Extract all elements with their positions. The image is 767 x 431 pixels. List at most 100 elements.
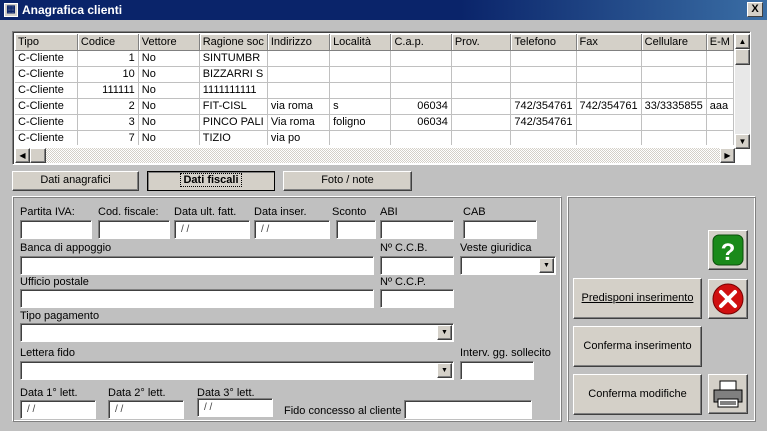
table-cell[interactable] xyxy=(706,130,734,145)
table-row[interactable]: C-Cliente 1 No SINTUMBR xyxy=(15,50,734,67)
table-cell[interactable]: BIZZARRI S xyxy=(199,66,268,83)
table-cell[interactable]: PINCO PALI xyxy=(199,114,268,131)
table-cell[interactable]: No xyxy=(138,66,200,83)
column-header[interactable]: Tipo xyxy=(15,34,78,51)
table-cell[interactable] xyxy=(510,50,577,67)
table-cell[interactable] xyxy=(641,130,707,145)
table-cell[interactable] xyxy=(267,82,331,99)
table-cell[interactable] xyxy=(451,130,512,145)
table-cell[interactable] xyxy=(267,66,331,83)
scroll-thumb[interactable] xyxy=(735,49,750,65)
predisponi-inserimento-button[interactable]: Predisponi inserimento xyxy=(573,278,702,319)
table-cell[interactable]: 7 xyxy=(77,130,139,145)
table-cell[interactable] xyxy=(329,130,392,145)
table-cell[interactable]: via po xyxy=(267,130,331,145)
column-header[interactable]: Ragione soc xyxy=(199,34,268,51)
table-row[interactable]: C-Cliente 3 No PINCO PALI Via roma foligno 060… xyxy=(15,114,734,131)
table-cell[interactable]: No xyxy=(138,98,200,115)
table-cell[interactable] xyxy=(641,66,707,83)
tab-dati-fiscali[interactable]: Dati fiscali xyxy=(147,171,275,191)
table-cell[interactable]: No xyxy=(138,114,200,131)
table-cell[interactable]: No xyxy=(138,130,200,145)
table-cell[interactable] xyxy=(390,130,452,145)
veste-select[interactable]: ▼ xyxy=(460,256,556,275)
column-header[interactable]: C.a.p. xyxy=(390,34,452,51)
hscroll-thumb[interactable] xyxy=(30,148,46,163)
partita-iva-input[interactable] xyxy=(20,220,92,239)
data1-input[interactable]: / / xyxy=(20,400,96,419)
table-cell[interactable] xyxy=(576,66,642,83)
table-cell[interactable]: 2 xyxy=(77,98,139,115)
table-cell[interactable]: C-Cliente xyxy=(15,82,78,99)
nccp-input[interactable] xyxy=(380,289,454,308)
table-cell[interactable] xyxy=(390,50,452,67)
table-row[interactable]: C-Cliente 2 No FIT-CISL via roma s 06034 742/35… xyxy=(15,98,734,115)
table-cell[interactable] xyxy=(641,50,707,67)
column-header[interactable]: Indirizzo xyxy=(267,34,331,51)
table-cell[interactable]: 06034 xyxy=(390,98,452,115)
interv-input[interactable] xyxy=(460,361,534,380)
scroll-up-icon[interactable]: ▲ xyxy=(735,34,750,49)
table-cell[interactable]: C-Cliente xyxy=(15,130,78,145)
cab-input[interactable] xyxy=(463,220,537,239)
data3-input[interactable]: / / xyxy=(197,398,273,417)
nccb-input[interactable] xyxy=(380,256,454,275)
table-cell[interactable] xyxy=(510,130,577,145)
conferma-inserimento-button[interactable]: Conferma inserimento xyxy=(573,326,702,367)
table-cell[interactable] xyxy=(451,82,512,99)
column-header[interactable]: Località xyxy=(329,34,392,51)
lettera-fido-select[interactable]: ▼ xyxy=(20,361,454,380)
column-header[interactable]: Fax xyxy=(576,34,642,51)
table-cell[interactable] xyxy=(576,130,642,145)
vertical-scrollbar[interactable]: ▲ ▼ xyxy=(735,34,750,149)
conferma-modifiche-button[interactable]: Conferma modifiche xyxy=(573,374,702,415)
table-cell[interactable] xyxy=(706,82,734,99)
scroll-left-icon[interactable]: ◀ xyxy=(15,148,30,163)
table-cell[interactable] xyxy=(329,66,392,83)
table-cell[interactable]: TIZIO xyxy=(199,130,268,145)
print-button[interactable] xyxy=(708,374,748,414)
table-cell[interactable]: SINTUMBR xyxy=(199,50,268,67)
table-row[interactable]: C-Cliente 7 No TIZIO via po xyxy=(15,130,734,145)
column-header[interactable]: Cellulare xyxy=(641,34,707,51)
column-header[interactable]: Vettore xyxy=(138,34,200,51)
chevron-down-icon[interactable]: ▼ xyxy=(437,363,452,378)
data-ult-fatt-input[interactable]: / / xyxy=(174,220,250,239)
tab-foto-note[interactable]: Foto / note xyxy=(283,171,412,191)
table-cell[interactable]: 1111111111 xyxy=(199,82,268,99)
table-cell[interactable] xyxy=(510,82,577,99)
table-cell[interactable] xyxy=(576,82,642,99)
table-row[interactable]: C-Cliente 111111 No 1111111111 xyxy=(15,82,734,99)
table-cell[interactable]: 33/3335855 xyxy=(641,98,707,115)
table-cell[interactable]: FIT-CISL xyxy=(199,98,268,115)
table-cell[interactable]: No xyxy=(138,50,200,67)
table-cell[interactable] xyxy=(641,82,707,99)
cancel-button[interactable] xyxy=(708,279,748,319)
table-cell[interactable] xyxy=(451,50,512,67)
table-cell[interactable] xyxy=(329,82,392,99)
table-cell[interactable] xyxy=(576,50,642,67)
chevron-down-icon[interactable]: ▼ xyxy=(437,325,452,340)
table-cell[interactable]: C-Cliente xyxy=(15,50,78,67)
tab-dati-anagrafici[interactable]: Dati anagrafici xyxy=(12,171,139,191)
table-row[interactable]: C-Cliente 10 No BIZZARRI S xyxy=(15,66,734,83)
table-cell[interactable] xyxy=(510,66,577,83)
table-cell[interactable] xyxy=(390,66,452,83)
data-inser-input[interactable]: / / xyxy=(254,220,330,239)
table-cell[interactable]: Via roma xyxy=(267,114,331,131)
table-cell[interactable] xyxy=(706,114,734,131)
column-header[interactable]: Prov. xyxy=(451,34,512,51)
table-cell[interactable]: 742/354761 xyxy=(510,98,577,115)
table-cell[interactable]: via roma xyxy=(267,98,331,115)
ufficio-input[interactable] xyxy=(20,289,374,308)
table-cell[interactable]: foligno xyxy=(329,114,392,131)
column-header[interactable]: E-M xyxy=(706,34,734,51)
chevron-down-icon[interactable]: ▼ xyxy=(539,258,554,273)
close-button[interactable]: X xyxy=(747,2,763,17)
table-cell[interactable] xyxy=(576,114,642,131)
banca-input[interactable] xyxy=(20,256,374,275)
table-cell[interactable]: C-Cliente xyxy=(15,98,78,115)
table-cell[interactable]: 111111 xyxy=(77,82,139,99)
horizontal-scrollbar[interactable]: ◀ ▶ xyxy=(15,148,735,163)
table-cell[interactable]: C-Cliente xyxy=(15,114,78,131)
